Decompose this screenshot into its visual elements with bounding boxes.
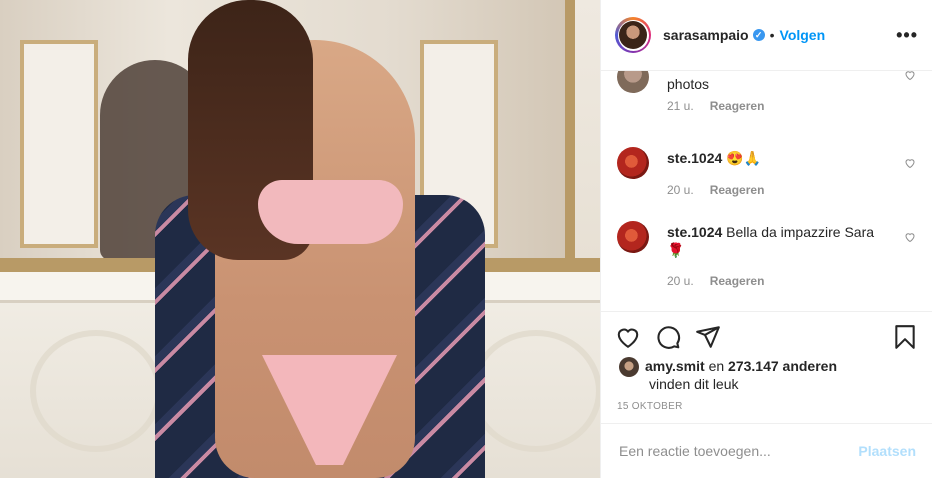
comment-item: ste.1024 😍🙏 20 u. Reageren (617, 147, 916, 207)
likes-connector: en (708, 358, 725, 374)
author-avatar[interactable] (615, 17, 651, 53)
likes-line: amy.smit en 273.147 anderen (645, 357, 837, 375)
post-comment-button[interactable]: Plaatsen (858, 443, 916, 459)
comment-text: 😍🙏 (726, 150, 762, 166)
avatar-image (619, 21, 647, 49)
comment-item: ste.1024 Bella da impazzire Sara 🌹 20 u.… (617, 221, 916, 301)
comment-meta: 20 u. Reageren (667, 183, 764, 197)
add-comment-bar: Plaatsen (601, 423, 932, 478)
post-sidebar: sarasampaio ✓ • Volgen ••• photos 21 u. … (600, 0, 932, 478)
comment-meta: 21 u. Reageren (667, 99, 764, 113)
comment-body: ste.1024 Bella da impazzire Sara 🌹 (667, 223, 890, 259)
comment-age: 20 u. (667, 274, 694, 288)
likes-count[interactable]: 273.147 anderen (728, 358, 837, 374)
like-comment-icon[interactable] (904, 71, 916, 81)
liker-username[interactable]: amy.smit (645, 358, 705, 374)
comment-body: ste.1024 😍🙏 (667, 149, 890, 167)
comment-meta: 20 u. Reageren (667, 274, 764, 288)
comment-username[interactable]: ste.1024 (667, 224, 722, 240)
liker-avatar[interactable] (619, 357, 639, 377)
comment-text: photos (667, 76, 710, 92)
post-header: sarasampaio ✓ • Volgen ••• (601, 0, 932, 71)
comment-age: 21 u. (667, 99, 694, 113)
verified-icon: ✓ (752, 29, 765, 41)
comment-age: 20 u. (667, 183, 694, 197)
like-comment-icon[interactable] (904, 231, 916, 243)
photo-ornament (470, 330, 600, 452)
photo-ornament (30, 330, 162, 452)
photo-lingerie-top (258, 180, 403, 244)
more-icon[interactable]: ••• (896, 25, 918, 46)
like-comment-icon[interactable] (904, 157, 916, 169)
comment-avatar[interactable] (617, 147, 649, 179)
author-username[interactable]: sarasampaio (663, 27, 749, 43)
comment-input[interactable] (617, 442, 859, 460)
follow-button[interactable]: Volgen (780, 27, 826, 43)
avatar-inner (617, 19, 649, 51)
comment-icon[interactable] (655, 324, 681, 350)
photo-wall-panel (20, 40, 98, 248)
comment-item: photos 21 u. Reageren (617, 71, 916, 131)
comment-avatar[interactable] (617, 71, 649, 93)
header-separator: • (769, 27, 775, 43)
post-photo[interactable] (0, 0, 600, 478)
comment-avatar[interactable] (617, 221, 649, 253)
comments-list[interactable]: photos 21 u. Reageren ste.1024 😍🙏 20 u. … (601, 71, 932, 311)
share-icon[interactable] (695, 324, 721, 350)
post-actions (601, 311, 932, 361)
heart-icon[interactable] (615, 324, 641, 350)
reply-button[interactable]: Reageren (710, 183, 765, 197)
instagram-post-view: sarasampaio ✓ • Volgen ••• photos 21 u. … (0, 0, 932, 478)
comment-username[interactable]: ste.1024 (667, 150, 722, 166)
bookmark-icon[interactable] (892, 324, 918, 350)
likes-suffix: vinden dit leuk (649, 376, 739, 392)
post-date[interactable]: 15 OKTOBER (617, 401, 683, 412)
reply-button[interactable]: Reageren (710, 99, 765, 113)
reply-button[interactable]: Reageren (710, 274, 765, 288)
